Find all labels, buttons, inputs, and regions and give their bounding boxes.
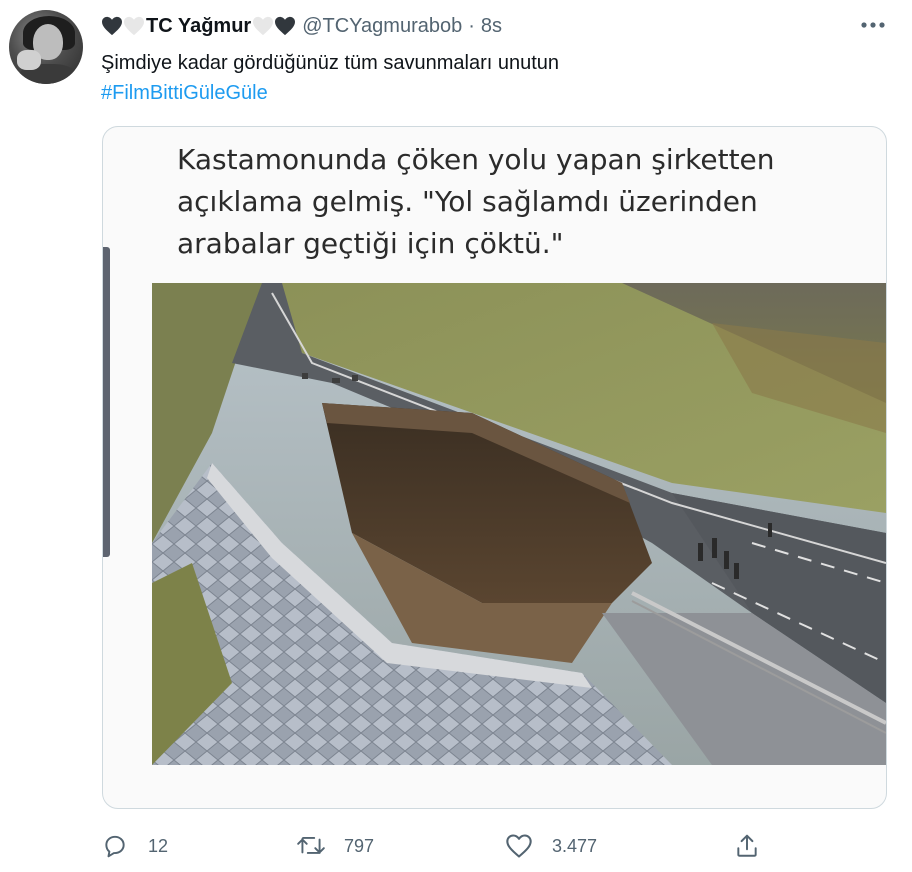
avatar-hand [17,50,41,70]
share-button[interactable] [732,826,762,866]
reply-icon [100,831,130,861]
hashtag-link[interactable]: #FilmBittiGüleGüle [101,78,268,108]
more-icon [861,22,885,28]
retweet-count: 797 [344,835,375,856]
caption-line: açıklama gelmiş. "Yol sağlamdı üzerinden [177,185,758,218]
user-handle[interactable]: @TCYagmurabob [302,15,462,38]
caption-line: Kastamonunda çöken yolu yapan şirketten [177,143,775,176]
tweet-header: TC Yağmur @TCYagmurabob · 8s [101,12,502,40]
reply-count: 12 [148,835,169,856]
like-icon [504,831,534,861]
retweet-button[interactable]: 797 [296,826,374,866]
timestamp[interactable]: 8s [481,15,502,38]
caption-line: arabalar geçtiği için çöktü." [177,227,564,260]
white-heart-icon [253,16,274,36]
display-name[interactable]: TC Yağmur [146,15,251,38]
share-icon [732,831,762,861]
avatar[interactable] [9,10,83,84]
reply-button[interactable]: 12 [100,826,168,866]
black-heart-icon [102,16,122,36]
separator-dot: · [468,14,475,37]
tweet-media[interactable]: Kastamonunda çöken yolu yapan şirketten … [102,126,887,809]
retweet-icon [296,831,326,861]
like-button[interactable]: 3.477 [504,826,597,866]
collapsed-road-photo [152,283,886,765]
like-count: 3.477 [552,835,598,856]
black-heart-icon [275,16,296,36]
tweet-text: Şimdiye kadar gördüğünüz tüm savunmaları… [101,52,560,74]
image-caption: Kastamonunda çöken yolu yapan şirketten … [177,139,775,265]
white-heart-icon [124,16,144,36]
tweet-actions: 12 797 3.477 [100,826,780,866]
more-options-button[interactable] [856,12,890,38]
image-scroll-indicator [103,247,110,557]
